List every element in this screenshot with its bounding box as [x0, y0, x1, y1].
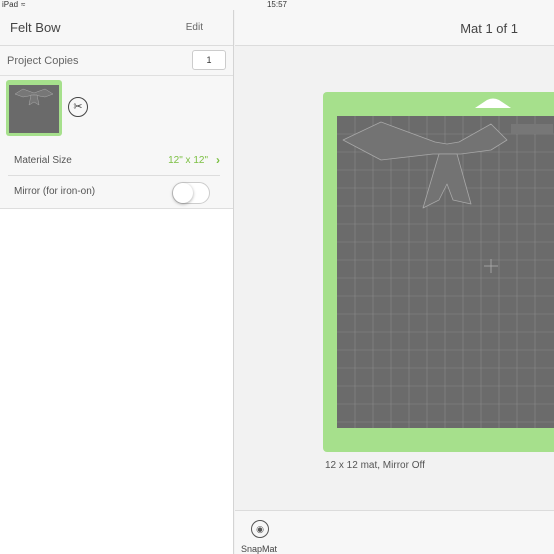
bottom-toolbar: ◉ SnapMat	[235, 510, 554, 554]
mirror-label: Mirror (for iron-on)	[14, 186, 96, 197]
project-copies-row: Project Copies 1	[0, 46, 233, 76]
mat-center-crosshair	[484, 259, 498, 273]
mat-caption: 12 x 12 mat, Mirror Off	[325, 460, 425, 471]
mat-header: Mat 1 of 1	[235, 10, 554, 46]
project-copies-input[interactable]: 1	[192, 50, 226, 70]
cutting-mat	[323, 92, 554, 452]
project-title: Felt Bow	[10, 20, 61, 35]
edit-button[interactable]: Edit	[186, 22, 203, 33]
mirror-row: Mirror (for iron-on)	[8, 177, 220, 207]
mat-canvas	[337, 116, 554, 428]
project-header: Felt Bow Edit	[0, 10, 233, 46]
mirror-toggle[interactable]	[172, 182, 210, 204]
mat-grid	[337, 116, 554, 428]
mat-settings-block: ✂ Material Size 12" x 12" › Mirror (for …	[0, 76, 233, 209]
chevron-right-icon: ›	[216, 153, 220, 167]
scissors-icon[interactable]: ✂	[68, 97, 88, 117]
material-size-label: Material Size	[14, 155, 72, 166]
project-copies-label: Project Copies	[7, 55, 79, 67]
material-size-value: 12" x 12"	[168, 155, 208, 166]
status-time: 15:57	[266, 0, 288, 9]
left-panel: Felt Bow Edit Project Copies 1 ✂ Materia…	[0, 10, 234, 554]
snapmat-button[interactable]: SnapMat	[241, 544, 277, 554]
mat-thumbnail-preview	[9, 85, 59, 133]
bow-thumbnail-icon	[14, 88, 54, 106]
mat-title: Mat 1 of 1	[460, 21, 518, 36]
right-panel: Mat 1 of 1 12 x 12 mat, Mirror Off ◉ Sna…	[235, 10, 554, 554]
mat-thumbnail[interactable]	[6, 80, 62, 136]
mat-label-strip	[511, 124, 553, 134]
camera-icon[interactable]: ◉	[251, 520, 269, 538]
toggle-knob	[173, 183, 193, 203]
status-bar: iPad ≈ 15:57	[0, 0, 554, 10]
mat-notch-icon	[475, 98, 511, 108]
bow-shape	[342, 121, 508, 209]
material-size-row[interactable]: Material Size 12" x 12" ›	[8, 146, 220, 176]
